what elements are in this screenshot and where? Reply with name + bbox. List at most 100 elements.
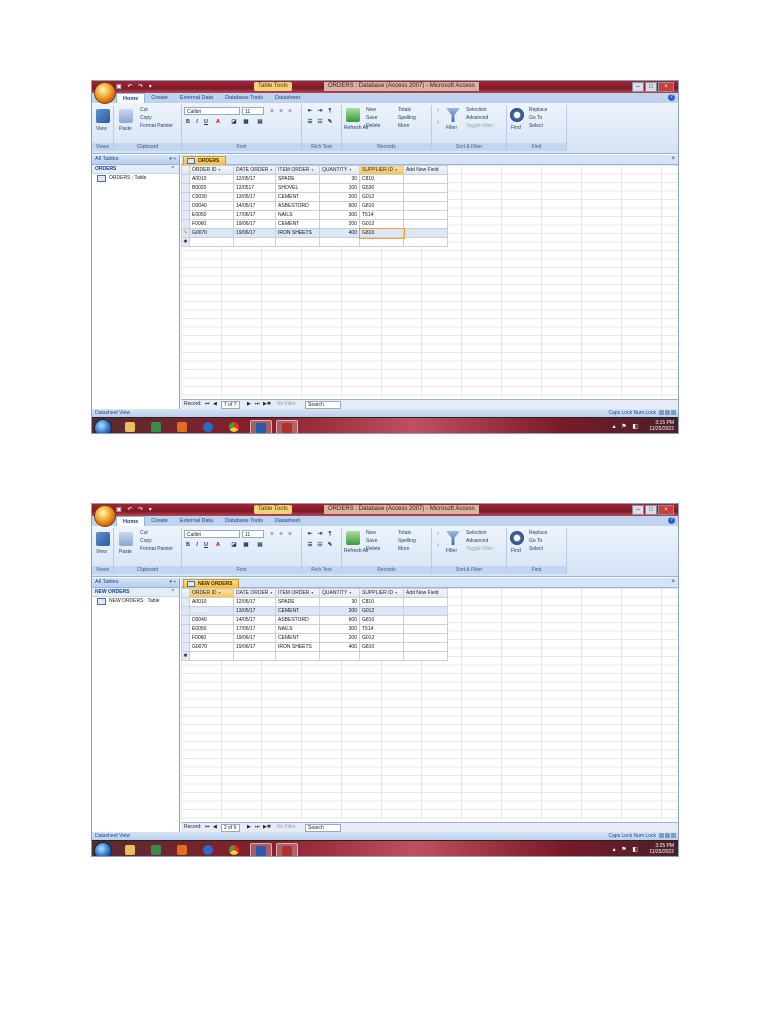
- cell[interactable]: 17/06/17: [233, 624, 276, 634]
- cell[interactable]: 200: [319, 192, 360, 202]
- close-icon[interactable]: ×: [658, 82, 674, 92]
- table-row[interactable]: E0050 17/06/17 NAILS 300 T514: [181, 210, 448, 220]
- cell[interactable]: 17/06/17: [233, 210, 276, 220]
- add-new-field-header[interactable]: Add New Field: [403, 588, 448, 598]
- italic-icon[interactable]: I: [193, 119, 201, 126]
- select-button[interactable]: Select: [529, 123, 543, 129]
- add-new-field-header[interactable]: Add New Field: [403, 165, 448, 175]
- cell[interactable]: G530: [359, 183, 404, 193]
- row-selector[interactable]: [181, 219, 190, 229]
- cell[interactable]: [319, 651, 360, 661]
- next-record-icon[interactable]: ▶: [247, 823, 251, 832]
- tab-home[interactable]: Home: [116, 516, 146, 526]
- bold-icon[interactable]: B: [184, 542, 192, 549]
- start-button-icon[interactable]: [94, 842, 112, 856]
- cell[interactable]: D0040: [189, 201, 234, 211]
- alternate-fill-icon[interactable]: ▤: [256, 542, 264, 549]
- table-row[interactable]: G0070 19/06/17 IRON SHEETS 400 G810: [181, 642, 448, 652]
- align-center-icon[interactable]: ≡: [277, 108, 285, 115]
- alternate-fill-icon[interactable]: ▤: [256, 119, 264, 126]
- cell[interactable]: 19/06/17: [233, 219, 276, 229]
- cell[interactable]: [403, 642, 448, 652]
- cell[interactable]: SHOVEL: [275, 183, 320, 193]
- cell[interactable]: [359, 651, 404, 661]
- new-record-button[interactable]: New: [366, 530, 376, 536]
- media-taskbar-icon[interactable]: [172, 843, 192, 856]
- cell[interactable]: [403, 597, 448, 607]
- sort-descending-icon[interactable]: ↓: [434, 542, 442, 549]
- document-tab-orders[interactable]: ORDERS: [183, 156, 227, 165]
- new-record-icon[interactable]: ✱: [181, 651, 190, 661]
- cell[interactable]: G012: [359, 633, 404, 643]
- prev-record-icon[interactable]: ◀: [213, 823, 217, 832]
- first-record-icon[interactable]: ⏮: [205, 823, 210, 832]
- refresh-all-button[interactable]: Refresh All: [344, 548, 368, 554]
- new-record-icon[interactable]: ✱: [181, 237, 190, 247]
- row-selector[interactable]: [181, 615, 190, 625]
- new-record-row[interactable]: ✱: [181, 651, 448, 661]
- font-name-box[interactable]: Calibri: [184, 107, 240, 115]
- next-record-icon[interactable]: ▶: [247, 400, 251, 409]
- toggle-filter-button[interactable]: Toggle Filter: [466, 546, 493, 552]
- spelling-button[interactable]: Spelling: [398, 115, 416, 121]
- row-selector[interactable]: [181, 201, 190, 211]
- cell[interactable]: CEMENT: [275, 606, 320, 616]
- column-header[interactable]: QUANTITY ▾: [319, 165, 360, 175]
- cell[interactable]: [275, 237, 320, 247]
- word-taskbar-icon[interactable]: [250, 843, 272, 856]
- copy-button[interactable]: Copy: [140, 538, 152, 544]
- filter-button[interactable]: Filter: [446, 548, 457, 554]
- quick-access-toolbar[interactable]: ▣ ↶ ↷ ▾: [116, 83, 154, 90]
- cell[interactable]: [233, 651, 276, 661]
- delete-record-button[interactable]: Delete: [366, 123, 380, 129]
- goto-button[interactable]: Go To: [529, 538, 542, 544]
- access-taskbar-icon[interactable]: [276, 843, 298, 856]
- text-direction-icon[interactable]: ¶: [326, 531, 334, 538]
- select-all-cell[interactable]: [181, 588, 190, 598]
- record-position[interactable]: 2 of 6: [221, 824, 240, 832]
- table-row-current[interactable]: C0030 13/05/17 CEMENT 200 G012: [181, 606, 448, 616]
- cell[interactable]: [189, 237, 234, 247]
- italic-icon[interactable]: I: [193, 542, 201, 549]
- increase-indent-icon[interactable]: ⇥: [316, 108, 324, 115]
- column-header[interactable]: ORDER ID ▾: [189, 588, 234, 598]
- nav-pane-header[interactable]: All Tables ▾ «: [92, 578, 179, 588]
- cell[interactable]: 300: [319, 624, 360, 634]
- cell[interactable]: F0060: [189, 633, 234, 643]
- cell[interactable]: 30: [319, 174, 360, 184]
- system-tray-icons[interactable]: ▴ ⚑ ◧: [613, 423, 640, 430]
- cell[interactable]: [359, 237, 404, 247]
- delete-record-button[interactable]: Delete: [366, 546, 380, 552]
- view-switcher[interactable]: [659, 410, 676, 415]
- refresh-all-button[interactable]: Refresh All: [344, 125, 368, 131]
- cell[interactable]: [403, 228, 448, 238]
- align-left-icon[interactable]: ≡: [268, 531, 276, 538]
- select-all-cell[interactable]: [181, 165, 190, 175]
- office-button-icon[interactable]: [94, 82, 116, 104]
- view-icon[interactable]: [96, 109, 110, 123]
- format-painter-button[interactable]: Format Painter: [140, 546, 173, 552]
- cell[interactable]: [403, 183, 448, 193]
- replace-button[interactable]: Replace: [529, 530, 547, 536]
- numbering-icon[interactable]: ☷: [316, 119, 324, 126]
- highlight-icon[interactable]: ✎: [326, 119, 334, 126]
- more-button[interactable]: More: [398, 123, 409, 129]
- office-button-icon[interactable]: [94, 505, 116, 527]
- gridlines-icon[interactable]: ▦: [242, 119, 250, 126]
- explorer-taskbar-icon[interactable]: [120, 420, 140, 433]
- cell[interactable]: [403, 174, 448, 184]
- cell[interactable]: 12/05/17: [233, 597, 276, 607]
- cell[interactable]: G810: [359, 642, 404, 652]
- cell[interactable]: 13/05/17: [233, 606, 276, 616]
- font-color-icon[interactable]: A: [214, 119, 222, 126]
- chrome-taskbar-icon[interactable]: [224, 420, 244, 433]
- cell[interactable]: [403, 192, 448, 202]
- cell[interactable]: 600: [319, 615, 360, 625]
- spelling-button[interactable]: Spelling: [398, 538, 416, 544]
- cell[interactable]: C810: [359, 597, 404, 607]
- selection-button[interactable]: Selection: [466, 530, 487, 536]
- new-blank-record-icon[interactable]: ▶✱: [263, 823, 271, 832]
- clock[interactable]: 3:15 PM 11/25/2022: [649, 420, 674, 432]
- nav-pane-controls-icon[interactable]: ▾ «: [169, 578, 176, 587]
- cell[interactable]: B0020: [189, 183, 234, 193]
